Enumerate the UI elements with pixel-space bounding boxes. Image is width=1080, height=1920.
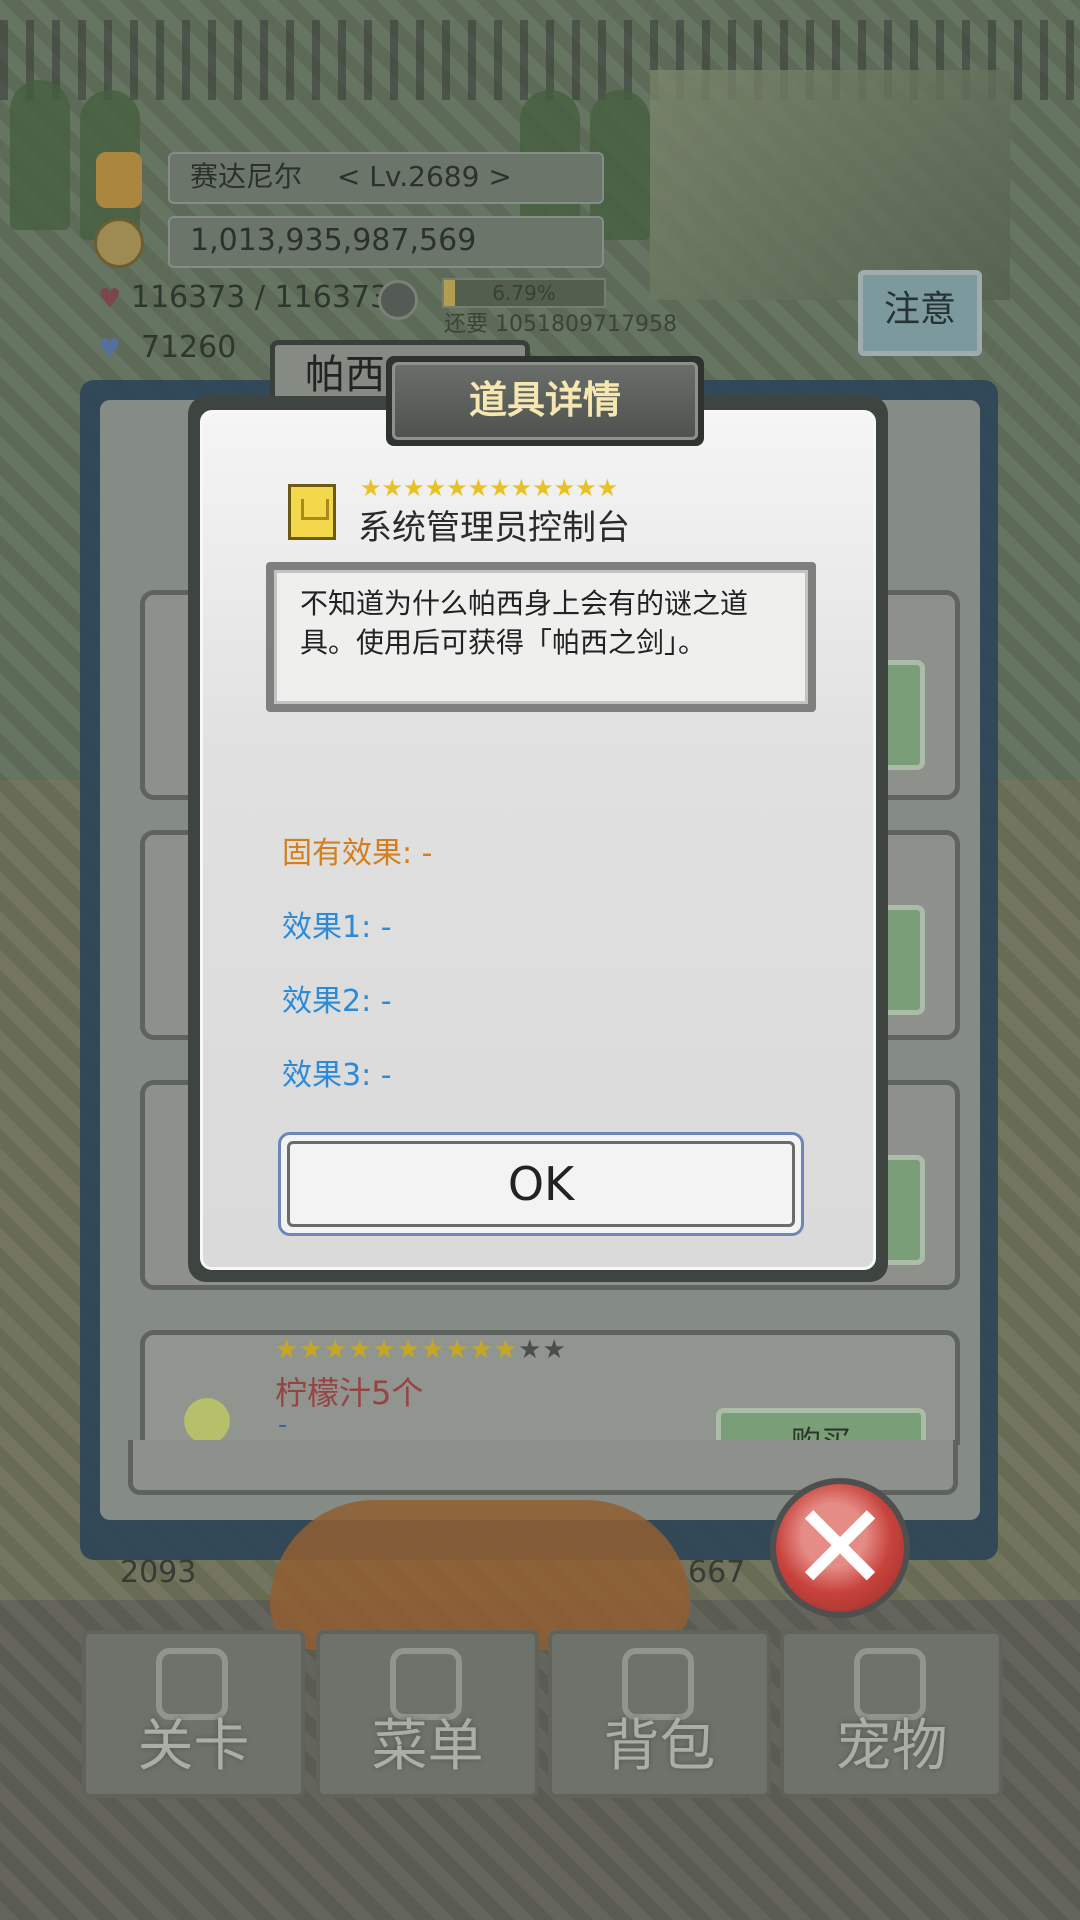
star-filled-icon: ★ xyxy=(424,474,447,502)
effect-2: 效果2: - xyxy=(282,984,392,1019)
item-description: 不知道为什么帕西身上会有的谜之道具。使用后可获得「帕西之剑」。 xyxy=(300,587,749,659)
star-filled-icon: ★ xyxy=(489,474,511,502)
item-name: 系统管理员控制台 xyxy=(358,508,630,548)
star-filled-icon: ★ xyxy=(596,474,619,502)
close-button[interactable]: ✕ xyxy=(770,1478,910,1618)
effect-fixed: 固有效果: - xyxy=(282,836,433,871)
dialog-title: 道具详情 xyxy=(392,362,698,440)
star-filled-icon: ★ xyxy=(467,474,490,502)
effect-1: 效果1: - xyxy=(282,910,392,945)
effect-3: 效果3: - xyxy=(282,1058,392,1093)
star-filled-icon: ★ xyxy=(381,474,404,502)
close-icon: ✕ xyxy=(789,1479,891,1618)
star-filled-icon: ★ xyxy=(575,474,597,502)
star-filled-icon: ★ xyxy=(553,474,576,502)
item-rarity-stars: ★★★★★★★★★★★★ xyxy=(360,474,618,502)
ok-button-label: OK xyxy=(287,1141,795,1227)
star-filled-icon: ★ xyxy=(510,474,533,502)
star-filled-icon: ★ xyxy=(403,474,425,502)
ok-button[interactable]: OK xyxy=(278,1132,804,1236)
star-filled-icon: ★ xyxy=(532,474,554,502)
star-filled-icon: ★ xyxy=(360,474,382,502)
star-filled-icon: ★ xyxy=(446,474,468,502)
console-item-icon xyxy=(288,484,336,540)
